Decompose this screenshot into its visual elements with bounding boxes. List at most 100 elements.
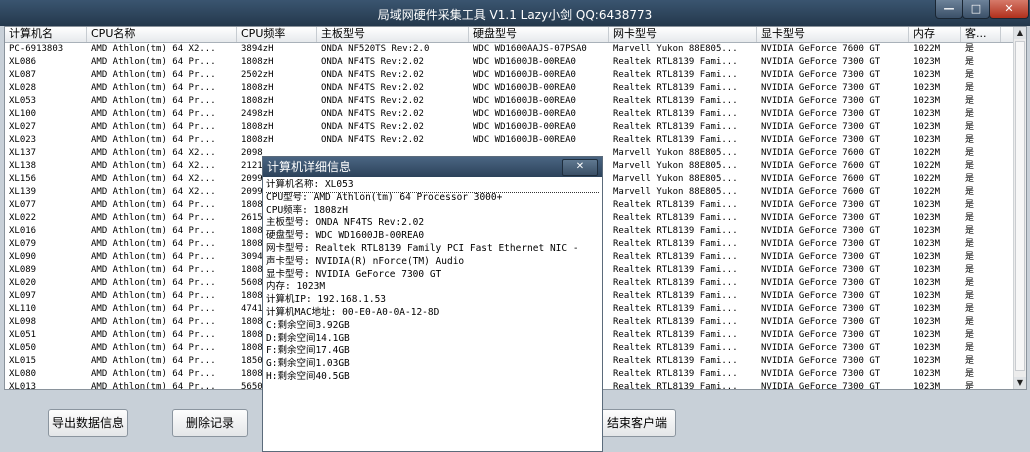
cell-gpu: NVIDIA GeForce 7300 GT: [761, 122, 881, 132]
cell-memory: 1023M: [913, 226, 941, 236]
title-bar[interactable]: 局域网硬件采集工具 V1.1 Lazy小剑 QQ:6438773 — □ ✕: [0, 0, 1030, 26]
cell-cpu-name: AMD Athlon(tm) 64 Pr...: [91, 83, 216, 93]
close-button[interactable]: ✕: [989, 0, 1029, 19]
cell-motherboard: ONDA NF520TS Rev:2.0: [321, 44, 430, 54]
cell-hard-disk: WDC WD1600JB-00REA0: [473, 135, 576, 145]
cell-memory: 1023M: [913, 343, 941, 353]
cell-nic: Marvell Yukon 88E805...: [613, 44, 738, 54]
cell-cpu-name: AMD Athlon(tm) 64 Pr...: [91, 226, 216, 236]
scroll-thumb[interactable]: [1015, 41, 1025, 371]
cell-memory: 1023M: [913, 70, 941, 80]
table-row[interactable]: XL027 AMD Athlon(tm) 64 Pr... 1808zH ONDA N…: [5, 121, 1014, 134]
scroll-up-button[interactable]: ▲: [1014, 27, 1026, 39]
cell-gpu: NVIDIA GeForce 7300 GT: [761, 330, 881, 340]
vertical-scrollbar[interactable]: ▲ ▼: [1013, 27, 1026, 389]
cell-nic: Realtek RTL8139 Fami...: [613, 96, 738, 106]
cell-nic: Marvell Yukon 88E805...: [613, 148, 738, 158]
cell-client: 是: [965, 330, 975, 340]
cell-cpu-name: AMD Athlon(tm) 64 Pr...: [91, 213, 216, 223]
header-col-memory[interactable]: 内存: [909, 27, 961, 42]
detail-line: CPU型号: AMD Athlon(tm) 64 Processor 3000+: [266, 191, 503, 203]
dialog-details: 计算机名称: XL053 CPU型号: AMD Athlon(tm) 64 Pro…: [265, 179, 600, 449]
table-row[interactable]: XL023 AMD Athlon(tm) 64 Pr... 1808zH ONDA N…: [5, 134, 1014, 147]
delete-record-button[interactable]: 删除记录: [172, 409, 248, 437]
cell-gpu: NVIDIA GeForce 7300 GT: [761, 96, 881, 106]
cell-cpu-freq: 1808zH: [241, 83, 274, 93]
table-row[interactable]: XL053 AMD Athlon(tm) 64 Pr... 1808zH ONDA N…: [5, 95, 1014, 108]
cell-cpu-name: AMD Athlon(tm) 64 Pr...: [91, 278, 216, 288]
cell-client: 是: [965, 44, 975, 54]
detail-line: 计算机名称: XL053: [265, 179, 600, 193]
cell-memory: 1023M: [913, 83, 941, 93]
cell-cpu-freq: 2502zH: [241, 70, 274, 80]
header-col-cpu-name[interactable]: CPU名称: [87, 27, 237, 42]
cell-nic: Realtek RTL8139 Fami...: [613, 382, 738, 390]
cell-computer-name: XL156: [9, 174, 37, 184]
header-col-motherboard[interactable]: 主板型号: [317, 27, 469, 42]
cell-hard-disk: WDC WD1600JB-00REA0: [473, 122, 576, 132]
cell-cpu-name: AMD Athlon(tm) 64 Pr...: [91, 382, 216, 390]
cell-client: 是: [965, 226, 975, 236]
cell-gpu: NVIDIA GeForce 7600 GT: [761, 44, 881, 54]
cell-hard-disk: WDC WD1600JB-00REA0: [473, 96, 576, 106]
cell-gpu: NVIDIA GeForce 7300 GT: [761, 382, 881, 390]
detail-line: 声卡型号: NVIDIA(R) nForce(TM) Audio: [266, 255, 465, 267]
cell-client: 是: [965, 317, 975, 327]
cell-cpu-name: AMD Athlon(tm) 64 Pr...: [91, 135, 216, 145]
cell-memory: 1022M: [913, 161, 941, 171]
cell-gpu: NVIDIA GeForce 7300 GT: [761, 70, 881, 80]
cell-cpu-name: AMD Athlon(tm) 64 Pr...: [91, 252, 216, 262]
cell-gpu: NVIDIA GeForce 7300 GT: [761, 83, 881, 93]
cell-client: 是: [965, 70, 975, 80]
dialog-title[interactable]: 计算机详细信息: [263, 157, 602, 177]
cell-client: 是: [965, 239, 975, 249]
header-col-gpu[interactable]: 显卡型号: [757, 27, 909, 42]
detail-line: F:剩余空间17.4GB: [266, 345, 350, 357]
cell-gpu: NVIDIA GeForce 7600 GT: [761, 187, 881, 197]
cell-cpu-name: AMD Athlon(tm) 64 Pr...: [91, 265, 216, 275]
cell-client: 是: [965, 343, 975, 353]
list-header: 计算机名 CPU名称 CPU频率 主板型号 硬盘型号 网卡型号 显卡型号 内存 客...: [5, 27, 1014, 43]
maximize-button[interactable]: □: [962, 0, 990, 19]
minimize-button[interactable]: —: [935, 0, 963, 19]
header-col-cpu-freq[interactable]: CPU频率: [237, 27, 317, 42]
cell-client: 是: [965, 148, 975, 158]
cell-nic: Realtek RTL8139 Fami...: [613, 291, 738, 301]
cell-client: 是: [965, 83, 975, 93]
cell-cpu-freq: 1808zH: [241, 122, 274, 132]
header-col-hard-disk[interactable]: 硬盘型号: [469, 27, 609, 42]
cell-gpu: NVIDIA GeForce 7300 GT: [761, 200, 881, 210]
cell-computer-name: XL087: [9, 70, 37, 80]
dialog-close-button[interactable]: ✕: [562, 159, 598, 176]
cell-cpu-freq: 1808zH: [241, 96, 274, 106]
cell-client: 是: [965, 252, 975, 262]
scroll-down-button[interactable]: ▼: [1014, 377, 1026, 389]
export-data-button[interactable]: 导出数据信息: [48, 409, 128, 437]
header-col-nic[interactable]: 网卡型号: [609, 27, 757, 42]
cell-nic: Marvell Yukon 88E805...: [613, 187, 738, 197]
end-client-button[interactable]: 结束客户端: [600, 409, 676, 437]
cell-client: 是: [965, 122, 975, 132]
table-row[interactable]: XL087 AMD Athlon(tm) 64 Pr... 2502zH ONDA N…: [5, 69, 1014, 82]
cell-nic: Realtek RTL8139 Fami...: [613, 213, 738, 223]
cell-motherboard: ONDA NF4TS Rev:2.02: [321, 109, 424, 119]
detail-line: 显卡型号: NVIDIA GeForce 7300 GT: [266, 268, 442, 280]
table-row[interactable]: XL086 AMD Athlon(tm) 64 Pr... 1808zH ONDA N…: [5, 56, 1014, 69]
cell-nic: Realtek RTL8139 Fami...: [613, 317, 738, 327]
cell-computer-name: XL028: [9, 83, 37, 93]
cell-cpu-name: AMD Athlon(tm) 64 Pr...: [91, 109, 216, 119]
cell-memory: 1023M: [913, 96, 941, 106]
header-col-computer-name[interactable]: 计算机名: [5, 27, 87, 42]
cell-client: 是: [965, 356, 975, 366]
table-row[interactable]: PC-6913803 AMD Athlon(tm) 64 X2... 3894zH O…: [5, 43, 1014, 56]
detail-line: D:剩余空间14.1GB: [266, 332, 350, 344]
cell-nic: Realtek RTL8139 Fami...: [613, 135, 738, 145]
cell-cpu-name: AMD Athlon(tm) 64 Pr...: [91, 70, 216, 80]
cell-cpu-name: AMD Athlon(tm) 64 Pr...: [91, 317, 216, 327]
table-row[interactable]: XL028 AMD Athlon(tm) 64 Pr... 1808zH ONDA N…: [5, 82, 1014, 95]
header-col-client[interactable]: 客...: [961, 27, 1001, 42]
cell-client: 是: [965, 109, 975, 119]
cell-cpu-name: AMD Athlon(tm) 64 Pr...: [91, 343, 216, 353]
table-row[interactable]: XL100 AMD Athlon(tm) 64 Pr... 2498zH ONDA N…: [5, 108, 1014, 121]
cell-cpu-name: AMD Athlon(tm) 64 X2...: [91, 161, 216, 171]
